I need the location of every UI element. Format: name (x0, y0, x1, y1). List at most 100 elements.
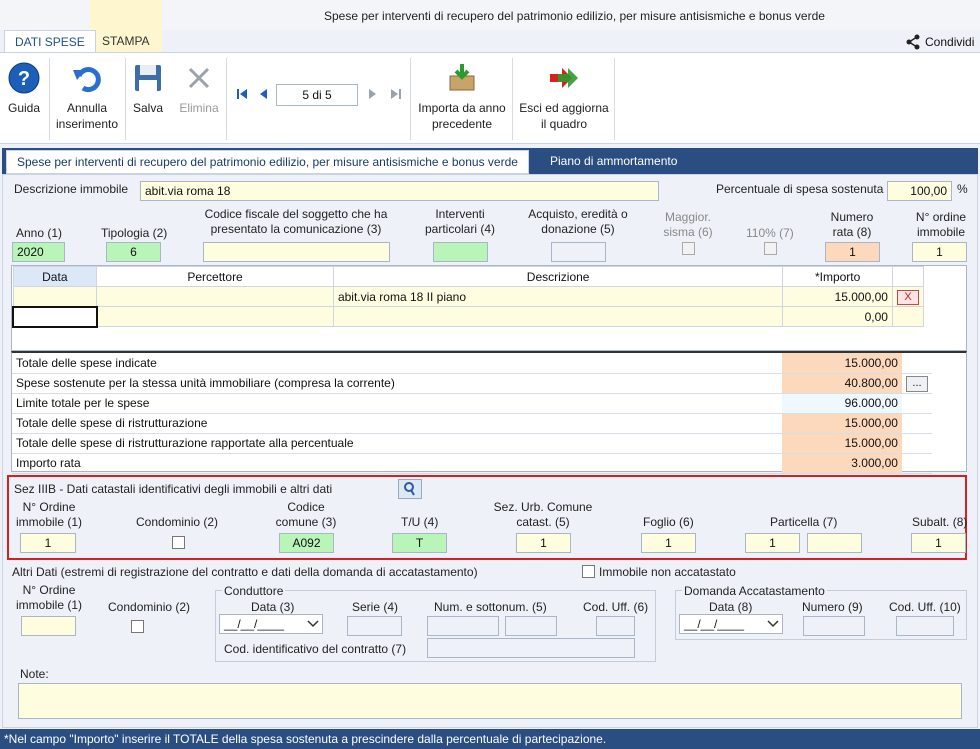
sez3b-title: Sez IIIB - Dati catastali identificativi… (14, 482, 333, 496)
cell-data[interactable] (12, 286, 98, 307)
cell-action (891, 306, 925, 327)
ordine-immobile-field[interactable]: 1 (912, 242, 967, 262)
delete-row-button[interactable]: X (896, 289, 919, 305)
cell-percettore[interactable] (96, 306, 334, 327)
esci-label: Esci ed aggiorna il quadro (519, 101, 609, 131)
guida-button[interactable]: ? Guida (4, 62, 44, 116)
search-catasto-button[interactable] (398, 479, 422, 499)
cell-percettore[interactable] (96, 286, 334, 307)
share-button[interactable]: Condividi (905, 34, 974, 50)
col-header-data[interactable]: Data (12, 266, 98, 287)
anno-field[interactable]: 2020 (12, 242, 65, 262)
num-field[interactable] (427, 616, 499, 636)
non-accatastato-checkbox[interactable] (582, 565, 595, 578)
totale-value: 40.800,00 (782, 373, 902, 394)
totale-row: Limite totale per le spese 96.000,00 (12, 393, 932, 414)
cod-contratto-field[interactable] (427, 638, 635, 658)
esci-button[interactable]: Esci ed aggiorna il quadro (516, 62, 612, 132)
cod-uff10-label: Cod. Uff. (10) (889, 600, 961, 614)
totale-value: 96.000,00 (782, 393, 902, 414)
cell-descrizione[interactable]: abit.via roma 18 II piano (332, 286, 784, 307)
col-header-action (891, 266, 925, 287)
salva-label: Salva (132, 101, 164, 115)
maggior-sisma-label: Maggior. sisma (6) (663, 210, 713, 239)
section-tab-spese[interactable]: Spese per interventi di recupero del pat… (6, 150, 529, 174)
record-navigator-input[interactable]: 5 di 5 (276, 84, 358, 106)
numero-rata-field[interactable]: 1 (825, 242, 880, 262)
numero-label: Numero (9) (802, 600, 863, 614)
dettaglio-button[interactable]: ... (905, 375, 928, 392)
descrizione-immobile-field[interactable]: abit.via roma 18 (140, 181, 659, 201)
codice-fiscale-field[interactable] (203, 242, 390, 262)
salva-button[interactable]: Salva (128, 62, 168, 116)
sez3b-ordine-field[interactable]: 1 (20, 533, 76, 553)
sez3b-tu-field[interactable]: T (392, 533, 447, 553)
cell-importo[interactable]: 15.000,00 (782, 286, 893, 307)
sez3b-particella-field[interactable]: 1 (745, 533, 800, 553)
search-icon (404, 482, 415, 496)
anno-label: Anno (1) (16, 226, 63, 240)
guida-label: Guida (7, 101, 41, 115)
sez3b-subalt-label: Subalt. (8) (912, 515, 968, 529)
sez3b-sez-urb-field[interactable]: 1 (516, 533, 571, 553)
chevron-down-icon (307, 620, 319, 628)
exit-update-icon (550, 68, 578, 88)
cell-importo[interactable]: 0,00 (782, 306, 893, 327)
sez3b-foglio-field[interactable]: 1 (641, 533, 696, 553)
elimina-button[interactable]: Elimina (174, 62, 224, 116)
data8-dropdown[interactable]: __/__/____ (679, 614, 783, 634)
cod-uff10-field[interactable] (896, 616, 954, 636)
first-record-icon[interactable] (236, 88, 248, 103)
sez3b-subalt-field[interactable]: 1 (911, 533, 966, 553)
serie-field[interactable] (347, 616, 402, 636)
maggior-sisma-checkbox[interactable] (682, 242, 695, 255)
section-tab-ammortamento[interactable]: Piano di ammortamento (540, 150, 687, 172)
altri-condominio-checkbox[interactable] (131, 620, 144, 633)
interventi-field[interactable] (433, 242, 488, 262)
altri-ordine-field[interactable] (21, 616, 76, 636)
sez3b-ordine-label: N° Ordine immobile (1) (15, 500, 82, 529)
tipologia-field[interactable]: 6 (106, 242, 161, 262)
col-header-descrizione[interactable]: Descrizione (332, 266, 784, 287)
prev-record-icon[interactable] (258, 88, 268, 103)
cod-uff-field[interactable] (596, 616, 635, 636)
cell-descrizione[interactable] (332, 306, 784, 327)
note-field[interactable] (18, 683, 962, 719)
sez3b-codice-comune-field[interactable]: A092 (279, 533, 334, 553)
percentuale-field[interactable]: 100,00 (887, 181, 952, 201)
col-header-percettore[interactable]: Percettore (96, 266, 334, 287)
tab-dati-spese[interactable]: DATI SPESE (4, 30, 96, 53)
sottonum-field[interactable] (505, 616, 557, 636)
cod-uff-label: Cod. Uff. (6) (583, 600, 649, 614)
cell-data[interactable] (12, 305, 98, 328)
table-row[interactable]: 0,00 (12, 305, 925, 328)
p110-checkbox[interactable] (764, 242, 777, 255)
data-dropdown[interactable]: __/__/____ (219, 614, 323, 634)
ribbon-separator (125, 58, 126, 140)
ribbon-separator (512, 58, 513, 140)
annulla-button[interactable]: Annulla inserimento (52, 62, 122, 132)
sez3b-particella-ext-field[interactable] (807, 533, 862, 553)
undo-icon (73, 67, 101, 93)
save-icon (135, 65, 161, 91)
share-icon (906, 34, 920, 50)
domanda-title: Domanda Accatastamento (682, 584, 827, 598)
codice-fiscale-label: Codice fiscale del soggetto che ha prese… (204, 207, 388, 236)
acquisto-label: Acquisto, eredità o donazione (5) (528, 207, 628, 236)
tab-stampa[interactable]: STAMPA (92, 30, 160, 52)
importa-button[interactable]: Importa da anno precedente (414, 62, 510, 132)
table-row[interactable]: abit.via roma 18 II piano 15.000,00 X (12, 286, 925, 307)
totale-label: Totale delle spese di ristrutturazione (12, 413, 783, 434)
last-record-icon[interactable] (390, 88, 402, 103)
numero-field[interactable] (803, 616, 865, 636)
next-record-icon[interactable] (368, 88, 378, 103)
altri-dati-title: Altri Dati (estremi di registrazione del… (12, 565, 478, 579)
acquisto-field[interactable] (551, 242, 606, 262)
sez3b-condominio-checkbox[interactable] (172, 536, 185, 549)
window-title: Spese per interventi di recupero del pat… (324, 9, 825, 23)
sez3b-particella-label: Particella (7) (770, 515, 838, 529)
totale-row: Totale delle spese di ristrutturazione r… (12, 433, 932, 454)
altri-condominio-label: Condominio (2) (108, 600, 191, 614)
col-header-importo[interactable]: *Importo (782, 266, 893, 287)
totale-value: 3.000,00 (782, 453, 902, 474)
